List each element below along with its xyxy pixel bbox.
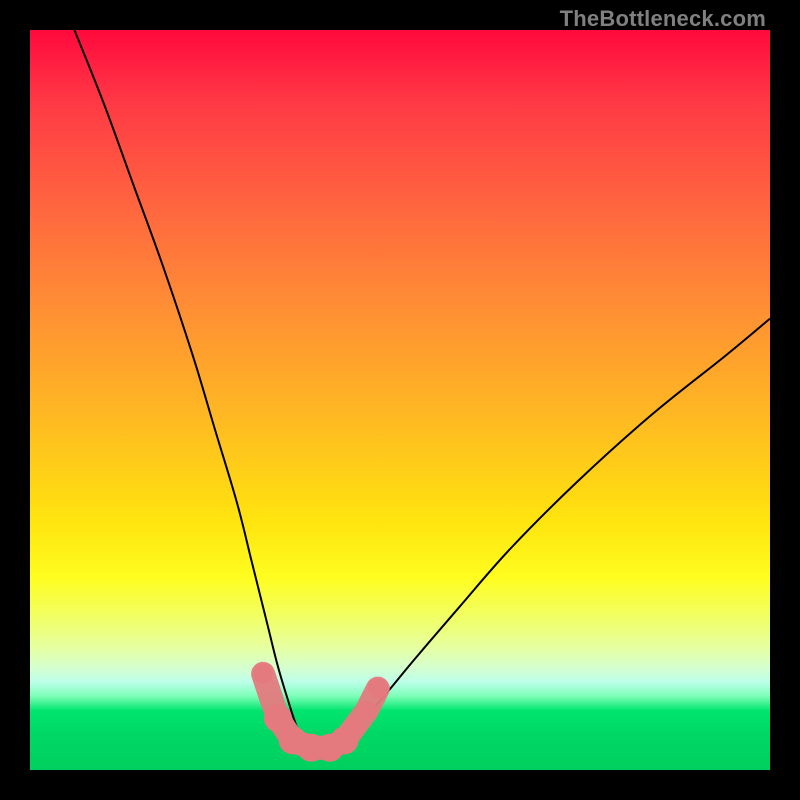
chart-plot-area (30, 30, 770, 770)
chart-svg (30, 30, 770, 770)
bottleneck-curve (74, 30, 770, 749)
curve-path (74, 30, 770, 749)
watermark-text: TheBottleneck.com (560, 6, 766, 32)
highlight-markers (253, 664, 388, 762)
outer-frame: TheBottleneck.com (0, 0, 800, 800)
marker-dot (253, 664, 273, 684)
marker-dot (357, 701, 377, 721)
marker-dot (368, 679, 388, 699)
